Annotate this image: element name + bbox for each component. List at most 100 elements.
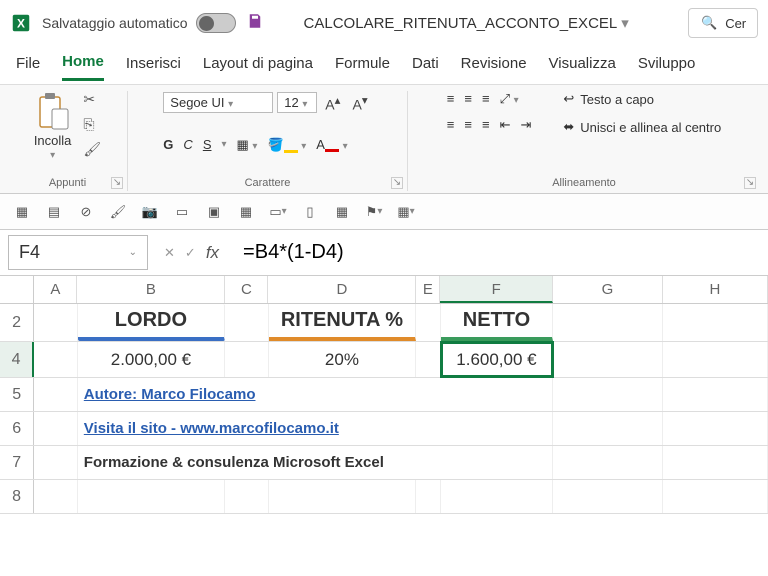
chevron-down-icon[interactable]: ▾ [50, 150, 55, 161]
row-header-2[interactable]: 2 [0, 304, 34, 341]
group-label-font: Carattere [245, 177, 291, 191]
qat-btn-icon[interactable]: ⊘ [76, 202, 96, 222]
cancel-formula-button[interactable]: ✕ [164, 245, 175, 261]
orientation-button[interactable]: ⤢ ▾ [500, 91, 519, 107]
tab-insert[interactable]: Inserisci [126, 55, 181, 80]
dialog-launcher-icon[interactable]: ↘ [111, 177, 123, 189]
qat-btn-icon[interactable]: 📷 [140, 202, 160, 222]
cell-f4-selected[interactable]: 1.600,00 € [441, 342, 554, 377]
row-header-4[interactable]: 4 [0, 342, 34, 377]
qat-btn-icon[interactable]: ▭▾ [268, 202, 288, 222]
font-name-select[interactable]: Segoe UI ▾ [163, 92, 273, 113]
col-header-f[interactable]: F [440, 276, 553, 303]
align-left-button[interactable]: ≡ [447, 117, 455, 133]
col-header-c[interactable]: C [225, 276, 268, 303]
dialog-launcher-icon[interactable]: ↘ [391, 177, 403, 189]
select-all-corner[interactable] [0, 276, 34, 303]
chevron-down-icon[interactable]: ▾ [621, 15, 629, 32]
tab-layout[interactable]: Layout di pagina [203, 55, 313, 80]
table-row: 4 2.000,00 € 20% 1.600,00 € [0, 342, 768, 378]
align-top-button[interactable]: ≡ [447, 91, 455, 107]
fill-color-button[interactable]: 🪣 ▾ [267, 137, 306, 153]
cut-button[interactable]: ✂ [83, 91, 101, 108]
tab-data[interactable]: Dati [412, 55, 439, 80]
qat-btn-icon[interactable]: ▦▾ [396, 202, 416, 222]
align-right-button[interactable]: ≡ [482, 117, 490, 133]
qat-btn-icon[interactable]: 🖌 [108, 202, 128, 222]
save-button[interactable] [246, 12, 264, 35]
qat-btn-icon[interactable]: ▦ [12, 202, 32, 222]
cell-d4[interactable]: 20% [269, 342, 417, 377]
paste-label: Incolla [34, 133, 72, 148]
group-label-alignment: Allineamento [552, 177, 616, 191]
format-painter-button[interactable]: 🖌 [83, 141, 101, 158]
document-title[interactable]: CALCOLARE_RITENUTA_ACCONTO_EXCEL▾ [304, 14, 629, 32]
decrease-indent-button[interactable]: ⇤ [500, 117, 511, 133]
merge-center-button[interactable]: ⬌ Unisci e allinea al centro [563, 119, 721, 135]
table-row: 7 Formazione & consulenza Microsoft Exce… [0, 446, 768, 480]
row-header-7[interactable]: 7 [0, 446, 34, 479]
tab-formulas[interactable]: Formule [335, 55, 390, 80]
qat-btn-icon[interactable]: ▤ [44, 202, 64, 222]
tab-view[interactable]: Visualizza [549, 55, 616, 80]
dialog-launcher-icon[interactable]: ↘ [744, 177, 756, 189]
col-header-a[interactable]: A [34, 276, 77, 303]
cell-b2[interactable]: LORDO [78, 304, 226, 341]
table-row: 5 Autore: Marco Filocamo [0, 378, 768, 412]
column-headers: A B C D E F G H [0, 276, 768, 304]
underline-button[interactable]: S [203, 137, 212, 152]
spreadsheet-grid[interactable]: A B C D E F G H 2 LORDO RITENUTA % NETTO… [0, 276, 768, 514]
paste-button[interactable] [36, 91, 70, 131]
ribbon: Incolla ▾ ✂ ⎘ 🖌 Appunti ↘ Segoe UI ▾ 12 … [0, 84, 768, 194]
qat-btn-icon[interactable]: ▦ [332, 202, 352, 222]
cell-f2[interactable]: NETTO [441, 304, 554, 341]
cell-b7[interactable]: Formazione & consulenza Microsoft Excel [78, 446, 553, 479]
increase-indent-button[interactable]: ⇥ [520, 117, 531, 133]
italic-button[interactable]: C [183, 137, 192, 152]
tab-developer[interactable]: Sviluppo [638, 55, 696, 80]
toggle-switch-icon[interactable] [196, 13, 236, 33]
fx-icon[interactable]: fx [206, 243, 219, 263]
name-box[interactable]: F4 ⌄ [8, 235, 148, 270]
tab-home[interactable]: Home [62, 53, 104, 81]
qat-btn-icon[interactable]: ▯ [300, 202, 320, 222]
qat-btn-icon[interactable]: ▭ [172, 202, 192, 222]
formula-input[interactable] [235, 237, 760, 268]
search-input[interactable]: 🔍 Cer [688, 8, 758, 38]
accept-formula-button[interactable]: ✓ [185, 245, 196, 261]
align-center-button[interactable]: ≡ [464, 117, 472, 133]
col-header-g[interactable]: G [553, 276, 663, 303]
font-color-button[interactable]: A ▾ [316, 137, 347, 152]
align-middle-button[interactable]: ≡ [464, 91, 472, 107]
row-header-6[interactable]: 6 [0, 412, 34, 445]
align-bottom-button[interactable]: ≡ [482, 91, 490, 107]
wrap-text-button[interactable]: ↩ Testo a capo [563, 91, 721, 107]
svg-text:X: X [17, 17, 25, 31]
cell-d2[interactable]: RITENUTA % [269, 304, 417, 341]
borders-button[interactable]: ▦ ▾ [237, 137, 258, 153]
qat-btn-icon[interactable]: ▦ [236, 202, 256, 222]
bold-button[interactable]: G [163, 137, 173, 152]
font-size-select[interactable]: 12 ▾ [277, 92, 317, 113]
decrease-font-button[interactable]: A▾ [349, 91, 372, 115]
table-row: 2 LORDO RITENUTA % NETTO [0, 304, 768, 342]
col-header-d[interactable]: D [268, 276, 416, 303]
tab-review[interactable]: Revisione [461, 55, 527, 80]
row-header-8[interactable]: 8 [0, 480, 34, 513]
ribbon-tabs: File Home Inserisci Layout di pagina For… [0, 46, 768, 84]
cell-b6[interactable]: Visita il sito - www.marcofilocamo.it [78, 412, 553, 445]
row-header-5[interactable]: 5 [0, 378, 34, 411]
qat-btn-icon[interactable]: ⚑▾ [364, 202, 384, 222]
cell-b4[interactable]: 2.000,00 € [78, 342, 226, 377]
group-font: Segoe UI ▾ 12 ▾ A▴ A▾ G C S ▾ ▦ ▾ 🪣 ▾ A … [128, 91, 408, 191]
col-header-b[interactable]: B [77, 276, 225, 303]
chevron-down-icon[interactable]: ⌄ [129, 247, 137, 258]
tab-file[interactable]: File [16, 55, 40, 80]
col-header-h[interactable]: H [663, 276, 768, 303]
autosave-toggle[interactable]: Salvataggio automatico [42, 13, 236, 33]
qat-btn-icon[interactable]: ▣ [204, 202, 224, 222]
col-header-e[interactable]: E [416, 276, 440, 303]
copy-button[interactable]: ⎘ [83, 116, 101, 133]
cell-b5[interactable]: Autore: Marco Filocamo [78, 378, 553, 411]
increase-font-button[interactable]: A▴ [321, 91, 344, 115]
